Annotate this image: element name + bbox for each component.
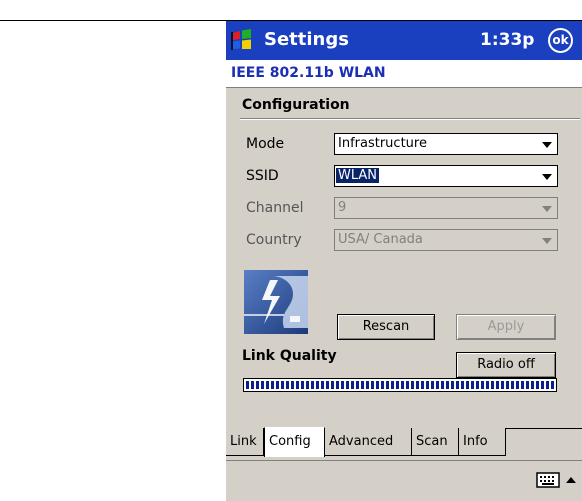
chevron-down-icon[interactable] (542, 142, 552, 148)
country-dropdown: USA/ Canada (334, 229, 558, 251)
channel-label: Channel (246, 200, 304, 216)
section-divider-highlight (240, 119, 580, 120)
tab-config[interactable]: Config (264, 427, 325, 457)
wlan-card-icon (244, 270, 308, 334)
menu-bar (226, 460, 582, 501)
chevron-down-icon (542, 206, 552, 212)
mode-dropdown[interactable]: Infrastructure (334, 133, 558, 155)
mode-value: Infrastructure (338, 136, 427, 151)
clock[interactable]: 1:33p (480, 30, 534, 50)
chevron-down-icon (542, 238, 552, 244)
ssid-label: SSID (246, 168, 279, 184)
tab-scan[interactable]: Scan (412, 428, 459, 456)
page-subtitle: IEEE 802.11b WLAN (231, 65, 386, 81)
apply-button: Apply (456, 314, 556, 340)
link-quality-fill (246, 381, 554, 389)
title-bar: Settings 1:33p ok (226, 21, 582, 60)
tab-strip: Link Config Advanced Scan Info (226, 427, 582, 460)
link-quality-label: Link Quality (242, 348, 337, 364)
tab-advanced[interactable]: Advanced (325, 428, 412, 456)
tab-link[interactable]: Link (226, 428, 264, 456)
chevron-down-icon[interactable] (542, 174, 552, 180)
pocketpc-screen: Settings 1:33p ok IEEE 802.11b WLAN Conf… (226, 21, 582, 501)
channel-value: 9 (338, 200, 347, 215)
config-panel: Configuration Mode Infrastructure SSID W… (226, 88, 582, 428)
ssid-value[interactable]: WLAN (336, 168, 380, 183)
keyboard-icon[interactable] (535, 469, 561, 491)
page-subtitle-bar: IEEE 802.11b WLAN (226, 60, 582, 87)
ok-button[interactable]: ok (548, 28, 573, 53)
country-label: Country (246, 232, 302, 248)
channel-dropdown: 9 (334, 197, 558, 219)
rescan-button[interactable]: Rescan (337, 314, 435, 340)
window-title: Settings (264, 29, 349, 50)
radio-off-button[interactable]: Radio off (456, 352, 556, 378)
link-quality-bar (243, 378, 557, 392)
country-value: USA/ Canada (338, 232, 423, 247)
chevron-up-icon[interactable] (565, 471, 577, 489)
configuration-heading: Configuration (242, 97, 350, 113)
windows-flag-icon[interactable] (230, 28, 254, 52)
mode-label: Mode (246, 136, 285, 152)
tab-info[interactable]: Info (459, 428, 506, 456)
ssid-combobox[interactable]: WLAN (334, 165, 558, 187)
